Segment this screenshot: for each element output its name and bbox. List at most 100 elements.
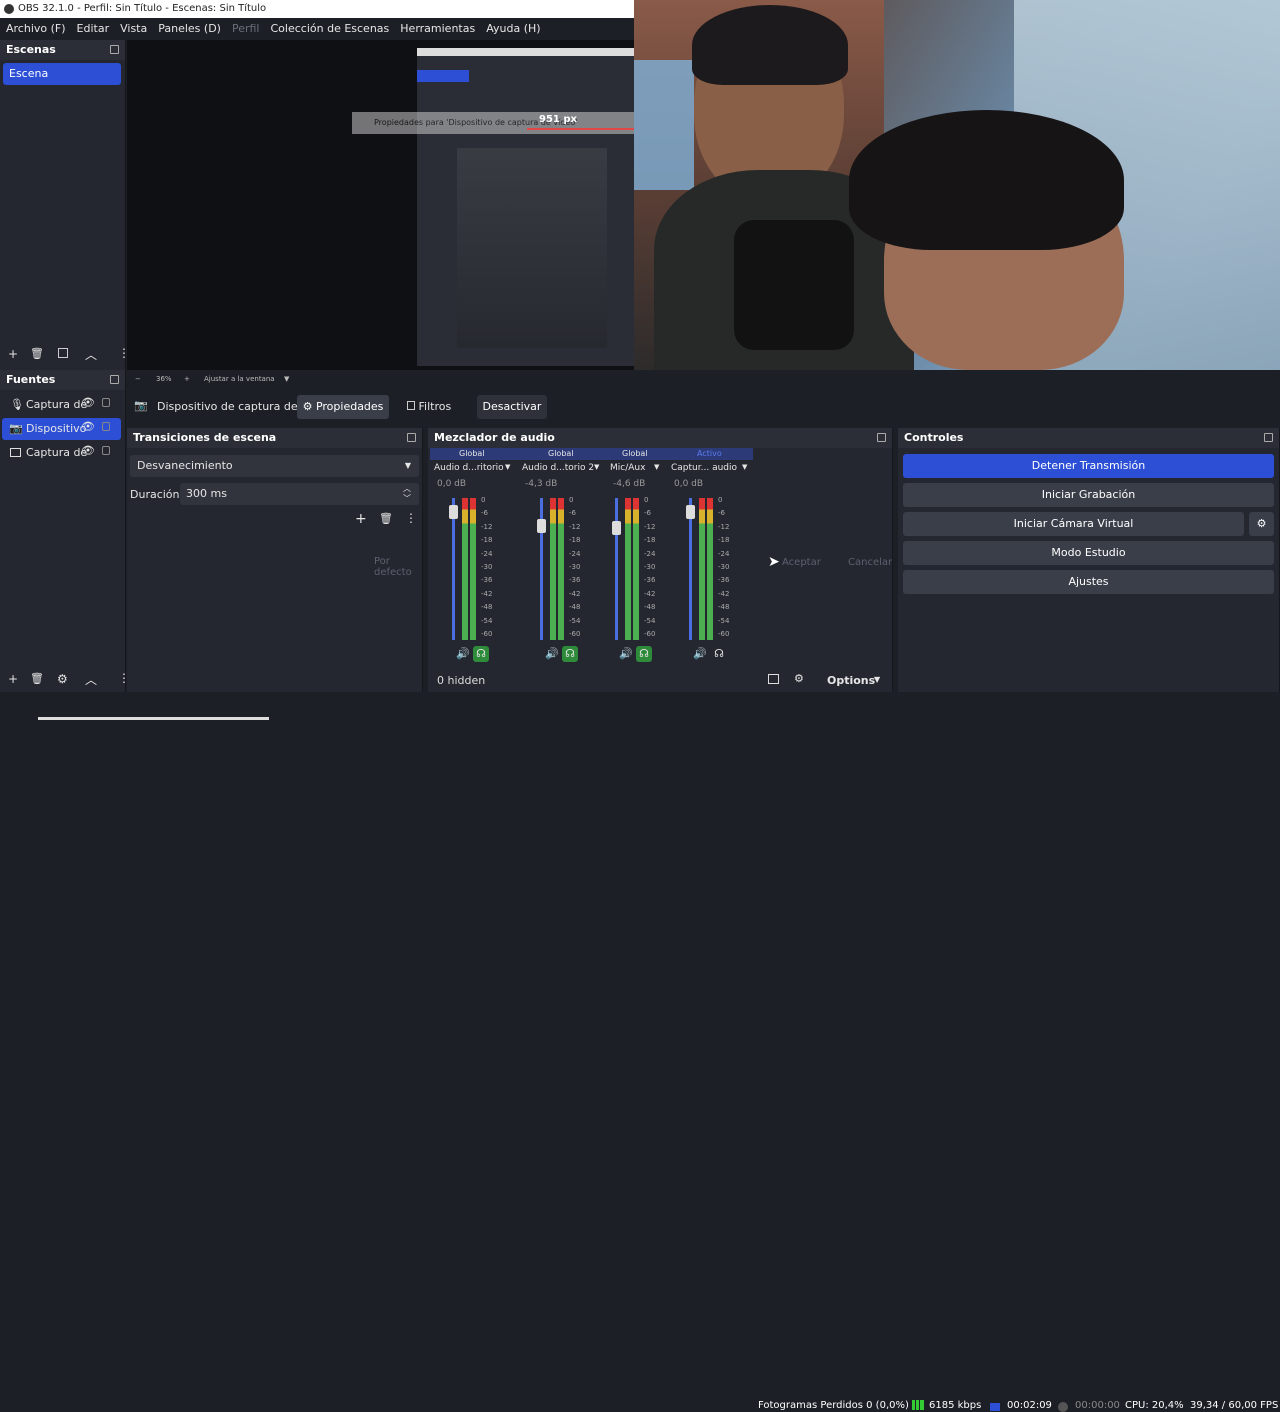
fader-handle[interactable]	[449, 505, 458, 519]
ghost-dialog-title: Propiedades para 'Dispositivo de captura…	[352, 112, 634, 134]
eye-icon[interactable]: 👁	[81, 396, 95, 409]
settings-button[interactable]: Ajustes	[903, 570, 1274, 594]
meter-scale-tick: -12	[644, 522, 656, 531]
menu-vista[interactable]: Vista	[120, 18, 147, 40]
speaker-icon[interactable]: 🔊	[456, 647, 470, 660]
spin-down-icon[interactable]: ﹀	[403, 488, 411, 510]
chevron-down-icon[interactable]: ▼	[742, 463, 747, 471]
fps: 39,34 / 60,00 FPS	[1190, 1400, 1279, 1411]
gear-icon[interactable]: ⚙	[57, 672, 68, 686]
link-icon[interactable]: ⚙	[794, 672, 804, 685]
level-meter	[625, 498, 631, 640]
menu-herramientas[interactable]: Herramientas	[400, 18, 475, 40]
zoom-minus-icon[interactable]: −	[135, 371, 141, 387]
volume-fader[interactable]	[615, 498, 618, 640]
fader-handle[interactable]	[537, 519, 546, 533]
stop-stream-button[interactable]: Detener Transmisión	[903, 454, 1274, 478]
sources-title: Fuentes	[6, 373, 56, 386]
chevron-up-icon[interactable]: ︿	[85, 346, 97, 363]
undock-icon[interactable]	[877, 433, 886, 442]
lock-icon[interactable]	[102, 398, 110, 407]
transition-select[interactable]: Desvanecimiento ▼	[130, 455, 419, 477]
channel-db: 0,0 dB	[437, 479, 467, 489]
add-icon[interactable]: +	[8, 672, 18, 686]
start-record-button[interactable]: Iniciar Grabación	[903, 483, 1274, 507]
filters-button[interactable]: Filtros	[407, 400, 451, 413]
bitrate: 6185 kbps	[929, 1400, 982, 1411]
virtual-camera-button[interactable]: Iniciar Cámara Virtual	[903, 512, 1244, 536]
menu-perfil[interactable]: Perfil	[232, 18, 260, 40]
menu-paneles[interactable]: Paneles (D)	[158, 18, 221, 40]
meter-scale-tick: 0	[718, 496, 723, 504]
volume-fader[interactable]	[452, 498, 455, 640]
channel-name[interactable]: Captur... audio	[671, 463, 737, 473]
meter-scale-tick: -54	[481, 616, 493, 625]
speaker-icon[interactable]: 🔊	[693, 647, 707, 660]
sources-header: Fuentes	[0, 370, 125, 390]
scenes-panel: Escenas Escena + 🗑 ︿ ⋮	[0, 40, 130, 370]
trash-icon[interactable]: 🗑	[379, 512, 393, 525]
add-icon[interactable]: +	[8, 347, 18, 361]
meter-scale-tick: -18	[644, 536, 656, 545]
more-icon[interactable]: ⋮	[405, 511, 417, 525]
preview-canvas[interactable]: Propiedades para 'Dispositivo de captura…	[127, 40, 634, 370]
eye-icon[interactable]: 👁	[81, 444, 95, 457]
meter-scale-tick: -24	[718, 549, 730, 558]
virtual-camera-settings-button[interactable]: ⚙	[1249, 512, 1274, 536]
trash-icon[interactable]: 🗑	[30, 672, 44, 685]
chevron-down-icon[interactable]: ▼	[505, 463, 510, 471]
channel-name[interactable]: Audio d...torio 2	[522, 463, 594, 473]
channel-tag: Global	[622, 449, 648, 458]
level-meter	[633, 498, 639, 640]
layout-icon[interactable]	[768, 674, 779, 684]
gear-icon: ⚙	[1256, 517, 1267, 530]
undock-icon[interactable]	[1264, 433, 1273, 442]
filter-icon[interactable]	[58, 348, 68, 358]
meter-scale-tick: 0	[644, 496, 649, 504]
undock-icon[interactable]	[110, 375, 119, 384]
channel-name[interactable]: Audio d...ritorio	[434, 463, 504, 473]
camera-icon: 📷	[9, 422, 23, 435]
studio-mode-button[interactable]: Modo Estudio	[903, 541, 1274, 565]
chevron-down-icon[interactable]: ▼	[654, 463, 659, 471]
menu-archivo[interactable]: Archivo (F)	[6, 18, 66, 40]
headphones-icon[interactable]: ☊	[473, 646, 489, 662]
undock-icon[interactable]	[407, 433, 416, 442]
zoom-plus-icon[interactable]: +	[184, 371, 190, 387]
options-button[interactable]: Options	[827, 674, 875, 687]
fader-handle[interactable]	[686, 505, 695, 519]
meter-scale-tick: 0	[569, 496, 574, 504]
nested-screen	[417, 48, 634, 366]
zoom-dropdown-icon[interactable]: ▼	[284, 371, 289, 387]
properties-button[interactable]: ⚙ Propiedades	[297, 395, 389, 419]
channel-name[interactable]: Mic/Aux	[610, 463, 645, 473]
add-icon[interactable]: +	[355, 511, 367, 527]
duration-input[interactable]: 300 ms ︿ ﹀	[180, 483, 419, 505]
scene-item[interactable]: Escena	[3, 63, 121, 85]
level-meter	[707, 498, 713, 640]
speaker-icon[interactable]: 🔊	[545, 647, 559, 660]
chevron-down-icon[interactable]: ▼	[594, 463, 599, 471]
headphones-icon[interactable]: ☊	[711, 646, 727, 662]
level-meter	[462, 498, 468, 640]
headphones-icon[interactable]: ☊	[636, 646, 652, 662]
trash-icon[interactable]: 🗑	[30, 347, 44, 360]
speaker-icon[interactable]: 🔊	[619, 647, 633, 660]
headphones-icon[interactable]: ☊	[562, 646, 578, 662]
window-titlebar: OBS 32.1.0 - Perfil: Sin Título - Escena…	[0, 0, 634, 18]
volume-fader[interactable]	[689, 498, 692, 640]
menu-editar[interactable]: Editar	[77, 18, 110, 40]
eye-icon[interactable]: 👁	[81, 420, 95, 433]
menu-coleccion[interactable]: Colección de Escenas	[271, 18, 390, 40]
menu-ayuda[interactable]: Ayuda (H)	[486, 18, 540, 40]
fader-handle[interactable]	[612, 521, 621, 535]
chevron-up-icon[interactable]: ︿	[85, 671, 97, 688]
deactivate-button[interactable]: Desactivar	[477, 395, 547, 419]
lock-icon[interactable]	[102, 446, 110, 455]
chevron-down-icon: ▼	[874, 675, 881, 684]
zoom-fit[interactable]: Ajustar a la ventana	[204, 371, 275, 387]
undock-icon[interactable]	[110, 45, 119, 54]
zoom-level: 36%	[156, 375, 172, 383]
lock-icon[interactable]	[102, 422, 110, 431]
record-icon	[1058, 1402, 1068, 1412]
